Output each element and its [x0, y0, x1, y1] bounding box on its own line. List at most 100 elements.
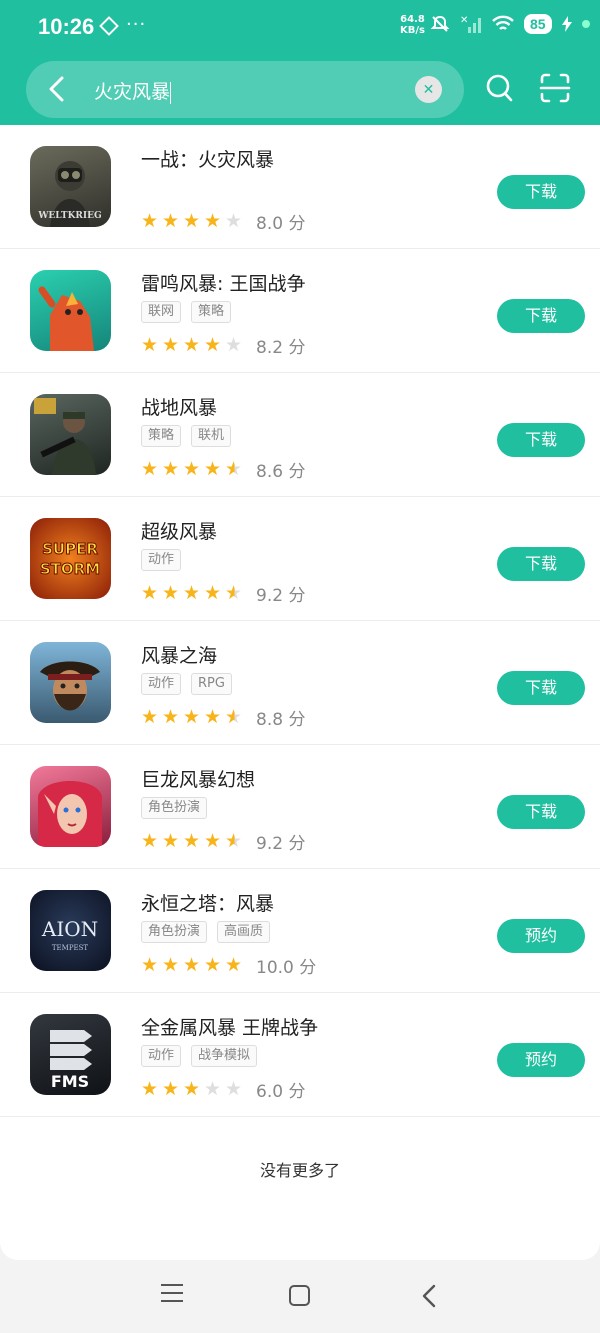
app-score: 8.8 分 — [256, 710, 306, 730]
star-icon: ★ — [225, 334, 243, 356]
svg-text:AION: AION — [41, 917, 98, 941]
star-icon: ★ — [162, 210, 180, 232]
home-icon[interactable] — [289, 1285, 310, 1306]
app-rating: ★ ★ ★ ★ ★ 9.2 分 — [141, 829, 306, 855]
top-bar: 10:26 ··· 64.8 KB/s ✕ 85 火灾风暴 ✕ — [0, 0, 600, 125]
app-rating: ★ ★ ★ ★ ★ 8.0 分 — [141, 209, 306, 235]
battery-level: 85 — [524, 14, 552, 34]
download-button[interactable]: 下载 — [497, 299, 585, 333]
notification-icon — [99, 16, 119, 36]
app-name[interactable]: 巨龙风暴幻想 — [141, 765, 255, 792]
star-icon: ★ — [141, 830, 159, 852]
list-item[interactable]: AION TEMPEST 永恒之塔：风暴 角色扮演 高画质 ★ ★ ★ ★ ★ 10.0 … — [0, 869, 600, 993]
search-input[interactable]: 火灾风暴 — [94, 77, 172, 104]
app-rating: ★ ★ ★ ★ ★ 8.2 分 — [141, 333, 306, 359]
app-tags: 动作 RPG — [141, 673, 232, 695]
app-icon[interactable] — [30, 270, 111, 351]
app-icon[interactable] — [30, 394, 111, 475]
app-rating: ★ ★ ★ ★ ★ 8.8 分 — [141, 705, 306, 731]
charging-icon — [561, 16, 572, 32]
star-icon: ★ — [141, 210, 159, 232]
app-tag: 战争模拟 — [191, 1045, 258, 1067]
star-icon: ★ — [225, 954, 243, 976]
list-item[interactable]: 巨龙风暴幻想 角色扮演 ★ ★ ★ ★ ★ 9.2 分 下载 — [0, 745, 600, 869]
app-name[interactable]: 战地风暴 — [141, 393, 217, 420]
search-bar[interactable]: 火灾风暴 ✕ — [26, 61, 464, 118]
app-tag: 动作 — [141, 549, 182, 571]
app-icon[interactable] — [30, 766, 111, 847]
app-rating: ★ ★ ★ ★ ★ 6.0 分 — [141, 1077, 305, 1103]
reserve-button[interactable]: 预约 — [497, 919, 585, 953]
app-icon[interactable] — [30, 642, 111, 723]
star-icon: ★ — [162, 1078, 180, 1100]
system-nav-bar — [0, 1262, 600, 1333]
signal-icon: ✕ — [460, 15, 481, 33]
app-tag: 动作 — [141, 673, 182, 695]
star-icon: ★ — [141, 582, 159, 604]
back-arrow-icon[interactable] — [40, 71, 76, 107]
star-icon: ★ — [183, 1078, 201, 1100]
app-tags: 动作 战争模拟 — [141, 1045, 258, 1067]
download-button[interactable]: 下载 — [497, 423, 585, 457]
download-button[interactable]: 下载 — [497, 175, 585, 209]
star-icon: ★ — [162, 706, 180, 728]
download-button[interactable]: 下载 — [497, 795, 585, 829]
app-score: 9.2 分 — [256, 834, 306, 854]
list-item[interactable]: 风暴之海 动作 RPG ★ ★ ★ ★ ★ 8.8 分 下载 — [0, 621, 600, 745]
list-item[interactable]: SUPER STORM 超级风暴 动作 ★ ★ ★ ★ ★ 9.2 分 下载 — [0, 497, 600, 621]
app-icon[interactable]: AION TEMPEST — [30, 890, 111, 971]
clear-icon[interactable]: ✕ — [415, 76, 442, 103]
app-tags: 角色扮演 — [141, 797, 208, 819]
app-tag: 角色扮演 — [141, 797, 208, 819]
scan-icon[interactable] — [539, 72, 571, 104]
app-name[interactable]: 超级风暴 — [141, 517, 217, 544]
back-icon[interactable] — [419, 1284, 441, 1308]
status-bar: 10:26 ··· 64.8 KB/s ✕ 85 — [0, 0, 600, 56]
star-icon: ★ — [204, 582, 222, 604]
app-rating: ★ ★ ★ ★ ★ 10.0 分 — [141, 953, 316, 979]
app-icon[interactable]: WELTKRIEG — [30, 146, 111, 227]
app-score: 8.0 分 — [256, 214, 306, 234]
star-icon: ★ — [162, 954, 180, 976]
app-icon[interactable]: FMS — [30, 1014, 111, 1095]
app-name[interactable]: 永恒之塔：风暴 — [141, 889, 274, 916]
star-icon: ★ — [141, 954, 159, 976]
app-tag: RPG — [191, 673, 232, 695]
app-name[interactable]: 全金属风暴 王牌战争 — [141, 1013, 318, 1040]
results-list: WELTKRIEG 一战：火灾风暴 ★ ★ ★ ★ ★ 8.0 分 下载 雷鸣风暴: 王… — [0, 125, 600, 1260]
app-icon[interactable]: SUPER STORM — [30, 518, 111, 599]
star-icon: ★ — [141, 334, 159, 356]
no-more-text: 没有更多了 — [259, 1161, 340, 1180]
star-icon: ★ — [183, 334, 201, 356]
app-score: 8.2 分 — [256, 338, 306, 358]
app-rating: ★ ★ ★ ★ ★ 9.2 分 — [141, 581, 306, 607]
star-icon: ★ — [141, 1078, 159, 1100]
star-icon: ★ — [183, 210, 201, 232]
reserve-button[interactable]: 预约 — [497, 1043, 585, 1077]
star-icon: ★ — [225, 582, 243, 604]
list-item[interactable]: 雷鸣风暴: 王国战争 联网 策略 ★ ★ ★ ★ ★ 8.2 分 下载 — [0, 249, 600, 373]
list-item[interactable]: FMS 全金属风暴 王牌战争 动作 战争模拟 ★ ★ ★ ★ ★ 6.0 分 预约 — [0, 993, 600, 1117]
list-item[interactable]: WELTKRIEG 一战：火灾风暴 ★ ★ ★ ★ ★ 8.0 分 下载 — [0, 125, 600, 249]
star-icon: ★ — [204, 458, 222, 480]
app-score: 9.2 分 — [256, 586, 306, 606]
star-icon: ★ — [162, 582, 180, 604]
menu-icon[interactable] — [161, 1284, 183, 1306]
download-button[interactable]: 下载 — [497, 671, 585, 705]
download-button[interactable]: 下载 — [497, 547, 585, 581]
star-icon: ★ — [141, 458, 159, 480]
list-item[interactable]: 战地风暴 策略 联机 ★ ★ ★ ★ ★ 8.6 分 下载 — [0, 373, 600, 497]
app-tag: 策略 — [141, 425, 182, 447]
search-icon[interactable] — [486, 74, 514, 104]
svg-text:WELTKRIEG: WELTKRIEG — [37, 211, 101, 221]
app-name[interactable]: 雷鸣风暴: 王国战争 — [141, 269, 305, 296]
star-icon: ★ — [225, 1078, 243, 1100]
app-name[interactable]: 风暴之海 — [141, 641, 217, 668]
svg-text:FMS: FMS — [51, 1072, 89, 1091]
star-icon: ★ — [204, 830, 222, 852]
app-tags: 角色扮演 高画质 — [141, 921, 271, 943]
star-icon: ★ — [204, 706, 222, 728]
app-tag: 联机 — [191, 425, 232, 447]
wifi-icon — [492, 15, 514, 30]
app-name[interactable]: 一战：火灾风暴 — [141, 145, 274, 172]
